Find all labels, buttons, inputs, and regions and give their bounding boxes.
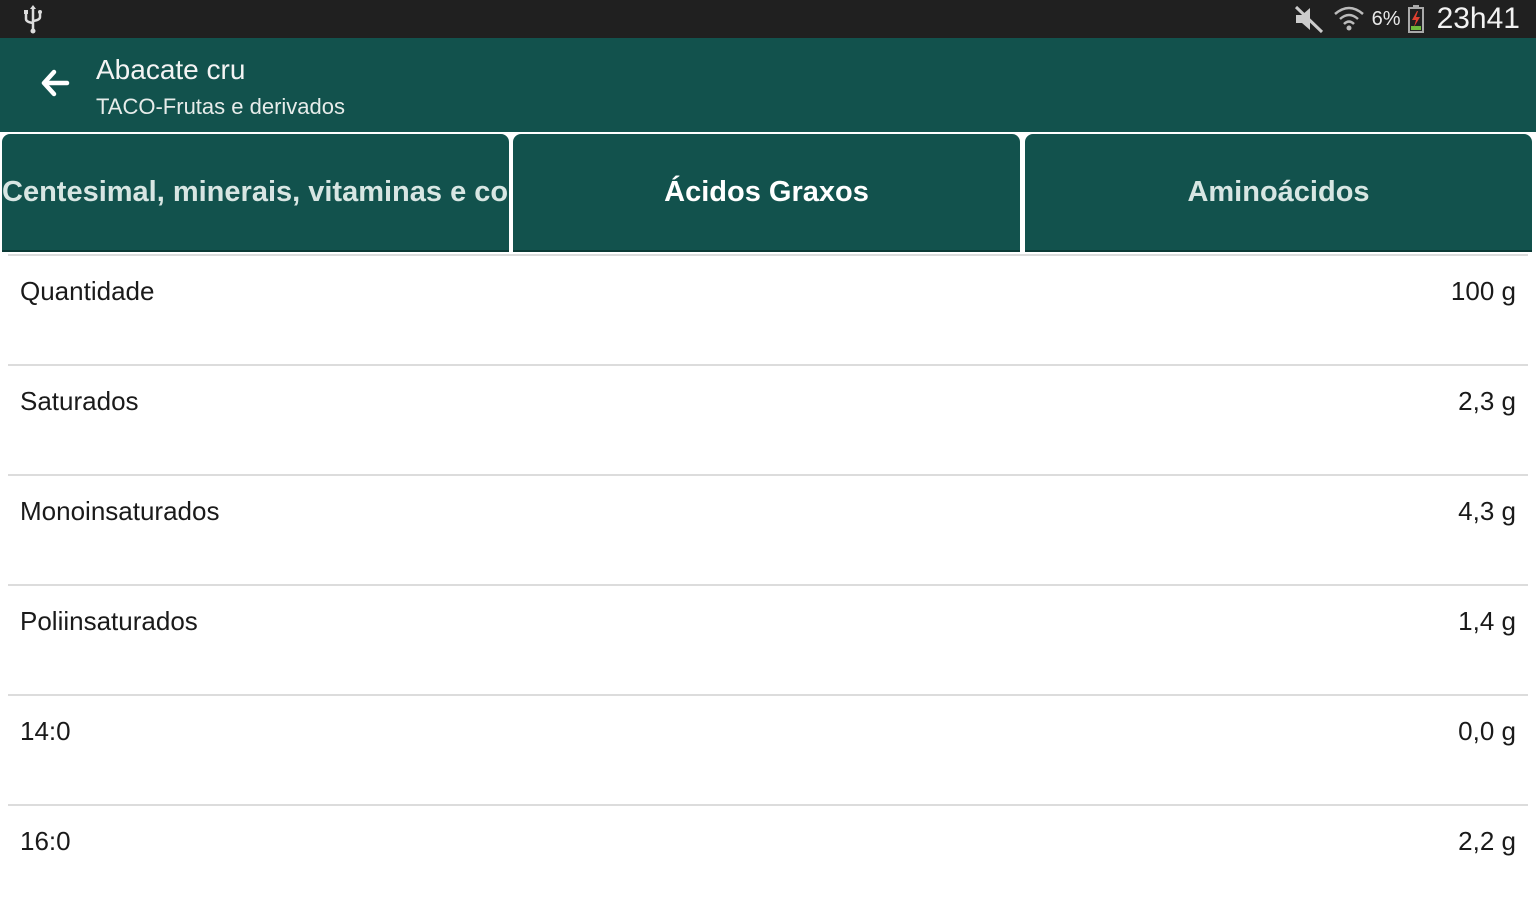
row-label: 14:0 — [20, 716, 71, 746]
row-value: 2,2 g — [1458, 826, 1516, 856]
nutrient-list: Quantidade 100 g Saturados 2,3 g Monoins… — [0, 254, 1536, 914]
row-value: 2,3 g — [1458, 386, 1516, 416]
row-value: 100 g — [1450, 276, 1516, 306]
row-label: Monoinsaturados — [20, 496, 220, 526]
page-title: Abacate cru — [96, 54, 246, 85]
row-value: 1,4 g — [1458, 606, 1516, 636]
clock: 23h41 — [1436, 2, 1520, 35]
page-subtitle: TACO-Frutas e derivados — [96, 94, 346, 119]
arrow-left-icon — [40, 68, 70, 103]
row-label: Saturados — [20, 386, 139, 416]
status-bar: 6% 23h41 — [0, 0, 1536, 38]
tab-aminoacidos[interactable]: Aminoácidos — [1025, 134, 1532, 250]
list-item[interactable]: Poliinsaturados 1,4 g — [8, 584, 1528, 694]
tab-centesimal[interactable]: Centesimal, minerais, vitaminas e cole — [2, 134, 509, 250]
list-item[interactable]: Quantidade 100 g — [8, 254, 1528, 364]
list-item[interactable]: Monoinsaturados 4,3 g — [8, 474, 1528, 584]
list-item[interactable]: 14:0 0,0 g — [8, 694, 1528, 804]
list-item[interactable]: Saturados 2,3 g — [8, 364, 1528, 474]
row-label: Quantidade — [20, 276, 155, 306]
row-value: 4,3 g — [1458, 496, 1516, 526]
tab-bar: Centesimal, minerais, vitaminas e cole Á… — [0, 132, 1536, 254]
row-label: Poliinsaturados — [20, 606, 198, 636]
battery-icon — [1407, 4, 1425, 34]
mute-icon — [1292, 4, 1326, 34]
app-bar: Abacate cru TACO-Frutas e derivados — [0, 38, 1536, 132]
back-button[interactable] — [30, 60, 80, 110]
row-label: 16:0 — [20, 826, 71, 856]
usb-icon — [18, 4, 48, 34]
battery-percent: 6% — [1371, 7, 1401, 30]
list-item[interactable]: 16:0 2,2 g — [8, 804, 1528, 914]
tab-acidos-graxos[interactable]: Ácidos Graxos — [513, 134, 1020, 250]
wifi-icon — [1332, 4, 1366, 34]
row-value: 0,0 g — [1458, 716, 1516, 746]
